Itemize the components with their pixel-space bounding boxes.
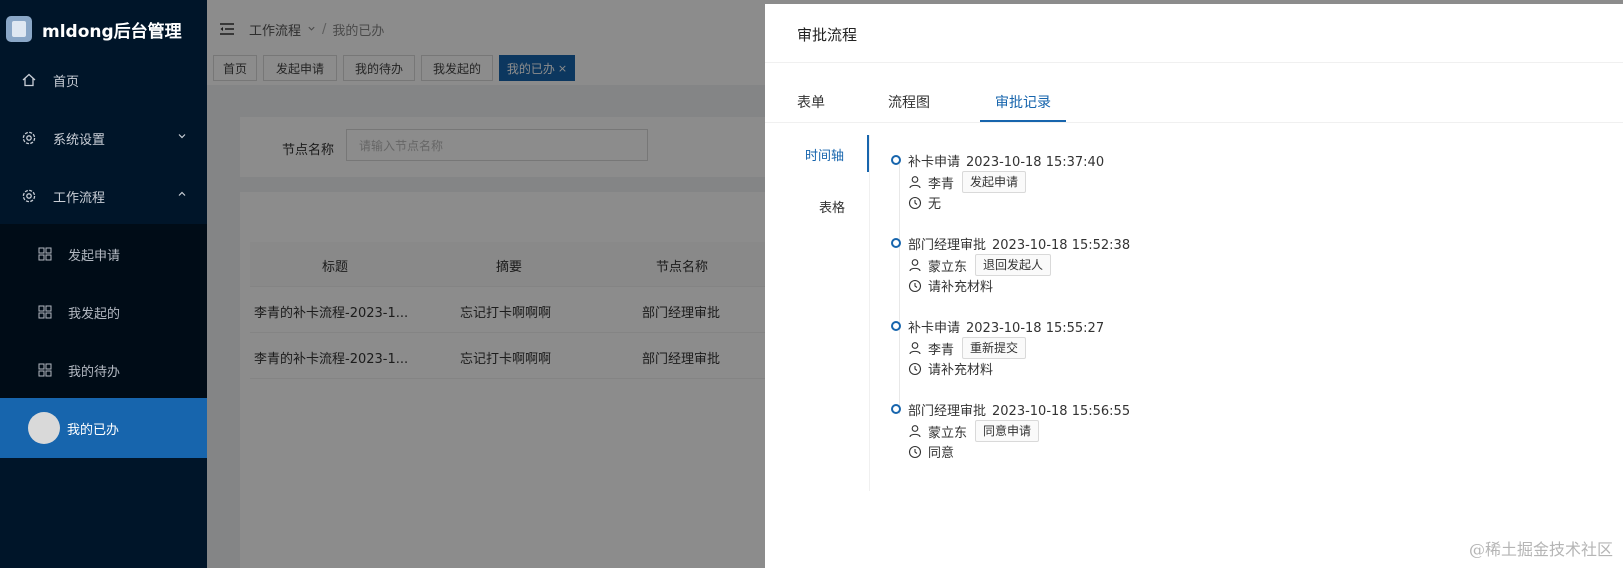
timeline-comment-row: 请补充材料 [908,276,993,295]
timeline-item: 部门经理审批 2023-10-18 15:56:55 蒙立东 同意申请 同意 [889,396,1289,466]
side-tab-ink-bar [867,135,869,172]
timeline-node: 补卡申请 [908,155,961,170]
tab-approval-records[interactable]: 审批记录 [995,92,1051,112]
approval-drawer: 审批流程 表单 流程图 审批记录 时间轴 表格 补卡申请 2023-10-18 1… [765,4,1623,568]
timeline-user-row: 李青 发起申请 [908,171,1027,193]
timeline-user-row: 蒙立东 退回发起人 [908,254,1052,276]
timeline-comment-row: 同意 [908,442,954,461]
user-icon [908,424,922,438]
watermark: @稀土掘金技术社区 [1468,540,1613,559]
divider [765,62,1623,63]
timeline-comment: 请补充材料 [928,280,994,295]
timeline-time: 2023-10-18 15:52:38 [992,238,1131,253]
action-tag: 同意申请 [975,420,1040,442]
clock-icon [908,362,922,376]
timeline-user: 李青 [928,176,955,192]
timeline-node: 补卡申请 [908,321,961,336]
drawer-title: 审批流程 [797,26,858,44]
timeline-user-row: 蒙立东 同意申请 [908,420,1040,442]
sidebar-mask [0,0,207,568]
timeline-head: 部门经理审批 2023-10-18 15:52:38 [908,234,1130,253]
timeline-user: 李青 [928,342,955,358]
divider [869,135,870,491]
timeline-comment-row: 无 [908,193,941,212]
side-tab-table[interactable]: 表格 [819,197,845,216]
action-tag: 退回发起人 [975,254,1052,276]
timeline-comment: 无 [928,197,942,212]
timeline-node: 部门经理审批 [908,404,987,419]
clock-icon [908,279,922,293]
side-tab-timeline[interactable]: 时间轴 [805,145,844,164]
timeline-dot [891,404,901,414]
timeline-time: 2023-10-18 15:37:40 [966,155,1105,170]
timeline-comment-row: 请补充材料 [908,359,993,378]
timeline-head: 部门经理审批 2023-10-18 15:56:55 [908,400,1130,419]
timeline-time: 2023-10-18 15:55:27 [966,321,1105,336]
timeline-comment: 同意 [928,446,955,461]
divider [765,122,1623,123]
timeline-user: 蒙立东 [928,259,968,275]
user-icon [908,175,922,189]
timeline-time: 2023-10-18 15:56:55 [992,404,1131,419]
timeline-dot [891,155,901,165]
timeline-item: 补卡申请 2023-10-18 15:37:40 李青 发起申请 无 [889,147,1289,217]
user-icon [908,258,922,272]
timeline-item: 补卡申请 2023-10-18 15:55:27 李青 重新提交 请补充材料 [889,313,1289,383]
timeline-head: 补卡申请 2023-10-18 15:37:40 [908,151,1104,170]
clock-icon [908,196,922,210]
action-tag: 发起申请 [962,171,1027,193]
timeline-node: 部门经理审批 [908,238,987,253]
clock-icon [908,445,922,459]
tab-form[interactable]: 表单 [797,92,825,112]
timeline-dot [891,321,901,331]
action-tag: 重新提交 [962,337,1027,359]
timeline-head: 补卡申请 2023-10-18 15:55:27 [908,317,1104,336]
timeline-comment: 请补充材料 [928,363,994,378]
timeline-user: 蒙立东 [928,425,968,441]
timeline-user-row: 李青 重新提交 [908,337,1027,359]
timeline-dot [891,238,901,248]
tab-flow-chart[interactable]: 流程图 [888,92,930,112]
user-icon [908,341,922,355]
timeline-item: 部门经理审批 2023-10-18 15:52:38 蒙立东 退回发起人 请补充材… [889,230,1289,300]
